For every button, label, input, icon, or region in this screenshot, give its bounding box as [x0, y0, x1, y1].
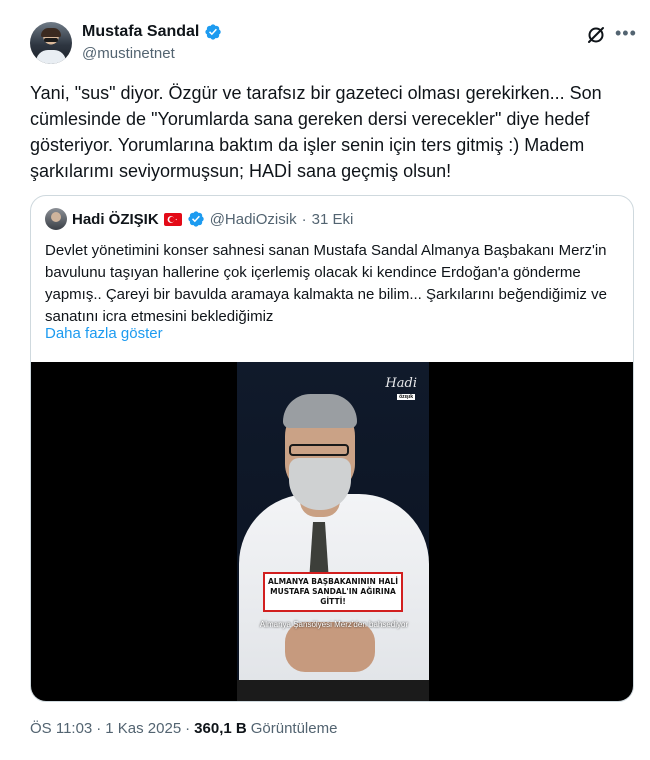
- quoted-tweet-text: Devlet yönetimini konser sahnesi sanan M…: [45, 242, 607, 325]
- turkey-flag-icon: [163, 212, 182, 226]
- banner-line-2: MUSTAFA SANDAL'IN AĞIRINA GİTTİ!: [270, 587, 396, 606]
- quoted-author-name: Hadi ÖZIŞIK: [72, 210, 159, 228]
- tweet-time[interactable]: ÖS 11:03: [30, 720, 92, 737]
- presenter-glasses: [289, 444, 349, 456]
- verified-badge-icon[interactable]: [204, 23, 222, 41]
- views-count: 360,1 B: [194, 720, 247, 737]
- video-frame[interactable]: Hadi özışık ALMANYA BAŞBAKANININ HALİ MU…: [237, 362, 429, 701]
- author-handle[interactable]: @mustinetnet: [82, 45, 175, 62]
- grok-icon[interactable]: [586, 25, 606, 45]
- quoted-author-avatar: [45, 208, 67, 230]
- banner-line-1: ALMANYA BAŞBAKANININ HALİ: [268, 577, 398, 586]
- separator-dot: ·: [301, 210, 307, 228]
- views-label: Görüntüleme: [250, 720, 338, 737]
- more-icon[interactable]: •••: [615, 24, 637, 44]
- desk: [237, 680, 429, 701]
- author-display-name[interactable]: Mustafa Sandal: [82, 23, 199, 41]
- video-watermark-sub: özışık: [397, 394, 415, 400]
- video-media[interactable]: Hadi özışık ALMANYA BAŞBAKANININ HALİ MU…: [31, 362, 633, 701]
- separator-dot: ·: [96, 720, 102, 737]
- separator-dot: ·: [185, 720, 191, 737]
- tweet-text: Yani, "sus" diyor. Özgür ve tarafsız bir…: [30, 83, 602, 181]
- video-caption: Almanya Şansölyesi Merz'den bahsediyor: [259, 620, 409, 629]
- quoted-tweet-date: 31 Eki: [311, 210, 354, 228]
- author-avatar[interactable]: [30, 22, 72, 64]
- quoted-author-handle: @HadiOzisik: [209, 210, 297, 228]
- tweet-header: Mustafa Sandal @mustinetnet •••: [30, 22, 640, 68]
- video-headline-banner: ALMANYA BAŞBAKANININ HALİ MUSTAFA SANDAL…: [263, 572, 403, 612]
- quoted-tweet[interactable]: Hadi ÖZIŞIK @HadiOzisik · 31 Eki Devlet …: [30, 195, 634, 702]
- show-more-link[interactable]: Daha fazla göster: [45, 325, 163, 342]
- tweet-meta: ÖS 11:03 · 1 Kas 2025 · 360,1 B Görüntül…: [30, 720, 337, 737]
- author-name-row: Mustafa Sandal: [82, 23, 222, 41]
- quoted-tweet-header: Hadi ÖZIŞIK @HadiOzisik · 31 Eki: [45, 208, 353, 230]
- video-watermark: Hadi: [385, 376, 417, 391]
- presenter-hair: [283, 394, 357, 428]
- tweet-date[interactable]: 1 Kas 2025: [105, 720, 181, 737]
- verified-badge-icon: [188, 211, 204, 227]
